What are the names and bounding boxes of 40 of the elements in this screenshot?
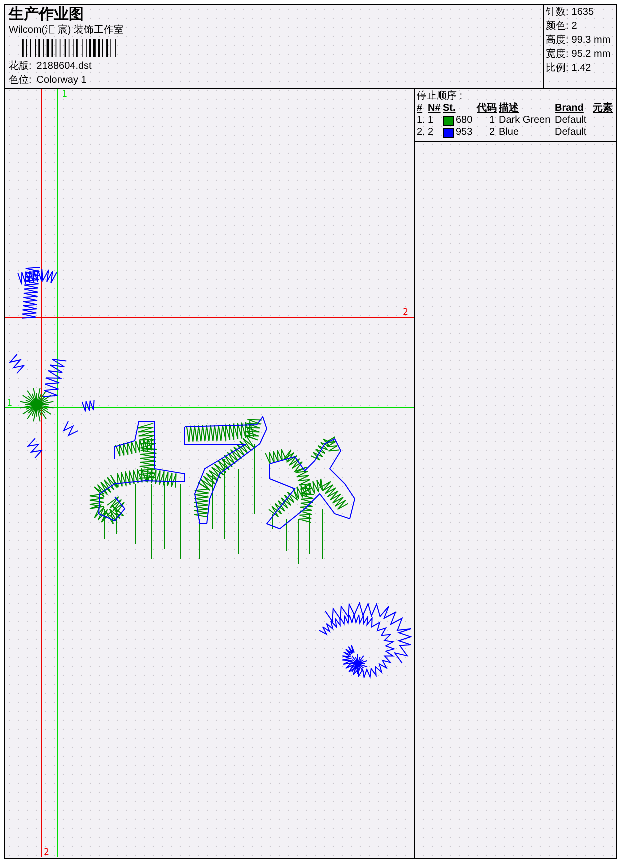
design-file: 2188604.dst	[36, 60, 92, 73]
stat-label: 针数:	[546, 6, 569, 19]
stat-value: 1.42	[572, 62, 592, 75]
stop-sequence-title: 停止顺序 :	[417, 90, 464, 103]
column-header: N#	[428, 103, 442, 115]
table-cell: 953	[456, 127, 473, 139]
stat-value: 95.2 mm	[572, 48, 611, 61]
column-header: St.	[443, 103, 457, 115]
marker-label: 1	[7, 399, 12, 409]
sheet-title: 生产作业图	[9, 6, 85, 23]
column-header: Brand	[555, 103, 585, 115]
table-cell-text: Dark Green	[499, 115, 552, 127]
company-name: Wilcom(汇 宸) 装饰工作室	[9, 24, 125, 37]
stat-value: 1635	[572, 6, 594, 19]
stat-label: 宽度:	[546, 48, 569, 61]
marker-label: 2	[44, 848, 50, 857]
column-header: #	[417, 103, 424, 115]
stat-label: 颜色:	[546, 20, 569, 33]
colorway-label: 色位:	[9, 74, 32, 87]
table-cell-text: 1	[488, 115, 496, 127]
marker-label: 1	[62, 90, 68, 100]
colorway-value: Colorway 1	[36, 74, 87, 87]
table-cell-text: 2.	[417, 127, 426, 139]
table-cell-text: 2	[428, 127, 435, 139]
stat-value: 99.3 mm	[572, 34, 611, 47]
stat-label: 高度:	[546, 34, 569, 47]
column-header: 描述	[499, 103, 520, 115]
table-cell-text: Default	[555, 127, 588, 139]
table-cell-text: Default	[555, 115, 588, 127]
table-cell-text: 2	[488, 127, 496, 139]
table-cell: 680	[456, 115, 473, 127]
stat-label: 比例:	[546, 62, 569, 75]
column-header: 代码	[477, 103, 498, 115]
stat-value: 2	[572, 20, 578, 33]
design-label: 花版:	[9, 60, 32, 73]
table-cell-text: Blue	[499, 127, 520, 139]
marker-label: 2	[403, 308, 408, 318]
table-cell-text: 1	[428, 115, 435, 127]
column-header: 元素	[593, 103, 614, 115]
table-cell-text: 1.	[417, 115, 426, 127]
